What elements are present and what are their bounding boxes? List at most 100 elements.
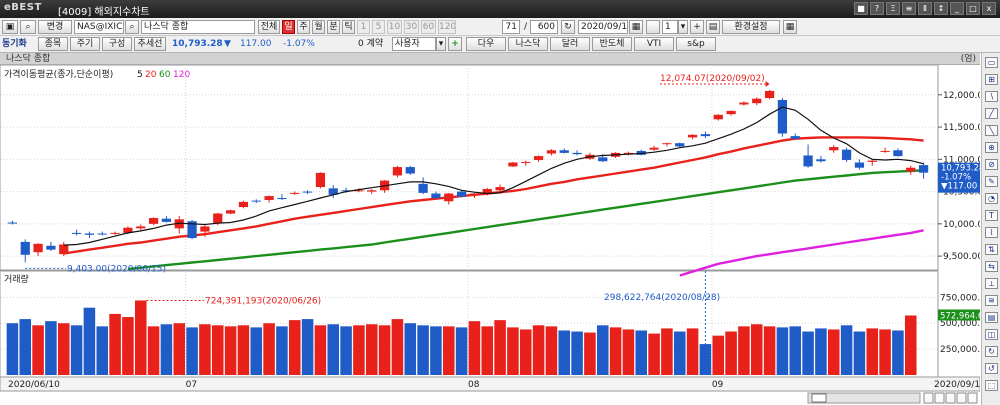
horizontal-icon[interactable]: ⇆ <box>985 261 998 272</box>
all-button[interactable]: 전체 <box>258 20 280 34</box>
candle-body <box>880 150 890 152</box>
candle-body <box>71 232 82 234</box>
calendar-icon[interactable]: ▦ <box>629 20 643 34</box>
window-button-4[interactable]: Ⅱ <box>918 2 932 15</box>
wave-icon[interactable]: ≋ <box>985 295 998 306</box>
period-button-8[interactable]: 30 <box>404 20 419 34</box>
symbol-name-field: 나스닥 종합 <box>141 20 255 34</box>
add-icon[interactable]: + <box>448 37 462 51</box>
candle-body <box>431 193 441 199</box>
tab-0[interactable]: 종목 <box>38 37 68 51</box>
quick-button-0[interactable]: 다우 <box>466 37 506 51</box>
period-button-6[interactable]: 5 <box>372 20 385 34</box>
window-button-0[interactable]: ■ <box>854 2 868 15</box>
candle-body <box>803 155 813 167</box>
undo-icon[interactable]: ↻ <box>985 346 998 357</box>
count-separator: / <box>524 22 528 32</box>
pan-icon[interactable] <box>956 392 967 404</box>
quick-button-2[interactable]: 달러 <box>550 37 590 51</box>
chart-area[interactable]: 12,000.0011,500.0011,000.0010,500.0010,0… <box>0 64 992 405</box>
user-select[interactable]: 사용자 <box>392 37 436 51</box>
vertical-icon[interactable]: ⇅ <box>985 244 998 255</box>
candle-body <box>405 167 415 174</box>
quick-button-5[interactable]: s&p <box>676 37 716 51</box>
multiplier-input[interactable]: 1 <box>662 20 678 34</box>
chevron-down-icon[interactable]: ▾ <box>436 37 446 51</box>
period-button-0[interactable]: 일 <box>282 20 295 34</box>
quick-button-4[interactable]: VTI <box>634 37 674 51</box>
window-button-6[interactable]: _ <box>950 2 964 15</box>
save-icon[interactable]: ▤ <box>706 20 720 34</box>
grid-icon[interactable]: ⊞ <box>985 74 998 85</box>
volume-bar <box>301 319 314 375</box>
box-icon[interactable]: ▭ <box>985 57 998 68</box>
refresh-icon[interactable]: ↻ <box>561 20 575 34</box>
fib-icon[interactable]: ⌇ <box>985 227 998 238</box>
fit-icon[interactable] <box>967 392 978 404</box>
ma-legend-title: 가격이동평균(종가,단순이평) <box>4 68 113 80</box>
symbol-input[interactable]: NAS@IXIC <box>74 20 124 34</box>
erase-icon[interactable]: ⊘ <box>985 159 998 170</box>
lock-icon[interactable]: ▣ <box>2 20 18 34</box>
line-icon[interactable]: ∖ <box>985 91 998 102</box>
symbol-search-icon[interactable]: ⌕ <box>125 20 139 34</box>
change-button[interactable]: 변경 <box>38 20 72 34</box>
volume-bar <box>596 325 609 375</box>
cross-icon[interactable]: ⊕ <box>985 142 998 153</box>
split-icon[interactable]: ◫ <box>985 329 998 340</box>
x-tick-label: 2020/09/18 <box>934 380 980 390</box>
redo-icon[interactable]: ↺ <box>985 363 998 374</box>
zoom-out-icon[interactable] <box>934 392 945 404</box>
period-button-3[interactable]: 분 <box>327 20 340 34</box>
window-button-2[interactable]: Ξ <box>886 2 900 15</box>
zoom-in-icon[interactable] <box>923 392 934 404</box>
window-button-1[interactable]: ? <box>870 2 884 15</box>
volume-bar <box>173 323 186 375</box>
quick-button-1[interactable]: 나스닥 <box>508 37 548 51</box>
candle-body <box>46 245 56 250</box>
candle-body <box>508 162 518 167</box>
select-icon[interactable]: ⬚ <box>985 380 998 391</box>
price-volume-chart[interactable]: 12,000.0011,500.0011,000.0010,500.0010,0… <box>0 64 992 405</box>
volume-bar <box>250 327 263 375</box>
period-button-7[interactable]: 10 <box>387 20 402 34</box>
window-button-7[interactable]: □ <box>966 2 980 15</box>
period-button-4[interactable]: 틱 <box>342 20 355 34</box>
period-button-5[interactable]: 1 <box>357 20 370 34</box>
search-icon[interactable]: ⌕ <box>20 20 36 34</box>
quick-button-3[interactable]: 반도체 <box>592 37 632 51</box>
add-icon[interactable]: + <box>690 20 704 34</box>
window-titlebar: eBEST [4009] 해외지수차트 ■? Ξ ≡ Ⅱ ↕ _ □ x <box>0 0 1000 18</box>
price-change-pct: -1.07% <box>283 39 315 49</box>
trend-line-icon[interactable]: ╱ <box>985 108 998 119</box>
candle-body <box>225 210 236 214</box>
tab-2[interactable]: 구성 <box>102 37 132 51</box>
pencil-icon[interactable]: ✎ <box>985 176 998 187</box>
count-input[interactable]: 71 <box>502 20 520 34</box>
scroll-thumb[interactable] <box>811 393 827 403</box>
line-icon[interactable]: ╲ <box>985 125 998 136</box>
period-button-9[interactable]: 60 <box>421 20 436 34</box>
volume-bar <box>507 327 519 375</box>
window-button-3[interactable]: ≡ <box>902 2 916 15</box>
candle-body <box>764 90 775 99</box>
period-button-10[interactable]: 120 <box>438 20 456 34</box>
chevron-down-icon[interactable]: ▾ <box>678 20 688 34</box>
period-button-1[interactable]: 주 <box>297 20 310 34</box>
count-total-input[interactable]: 600 <box>530 20 558 34</box>
text-icon[interactable]: T <box>985 210 998 221</box>
list-icon[interactable]: ▤ <box>985 312 998 323</box>
period-button-2[interactable]: 월 <box>312 20 325 34</box>
volume-bar <box>6 323 19 375</box>
window-button-5[interactable]: ↕ <box>934 2 948 15</box>
grid-icon[interactable]: ▦ <box>783 20 797 34</box>
cycle-icon[interactable]: ◔ <box>985 193 998 204</box>
checkbox[interactable] <box>646 20 660 34</box>
settings-button[interactable]: 환경설정 <box>722 20 780 34</box>
angle-icon[interactable]: ⟂ <box>985 278 998 289</box>
reset-icon[interactable] <box>945 392 956 404</box>
tab-1[interactable]: 주기 <box>70 37 100 51</box>
tab-3[interactable]: 추세선 <box>134 37 166 51</box>
window-button-8[interactable]: x <box>982 2 996 15</box>
date-input[interactable]: 2020/09/19 <box>578 20 628 34</box>
